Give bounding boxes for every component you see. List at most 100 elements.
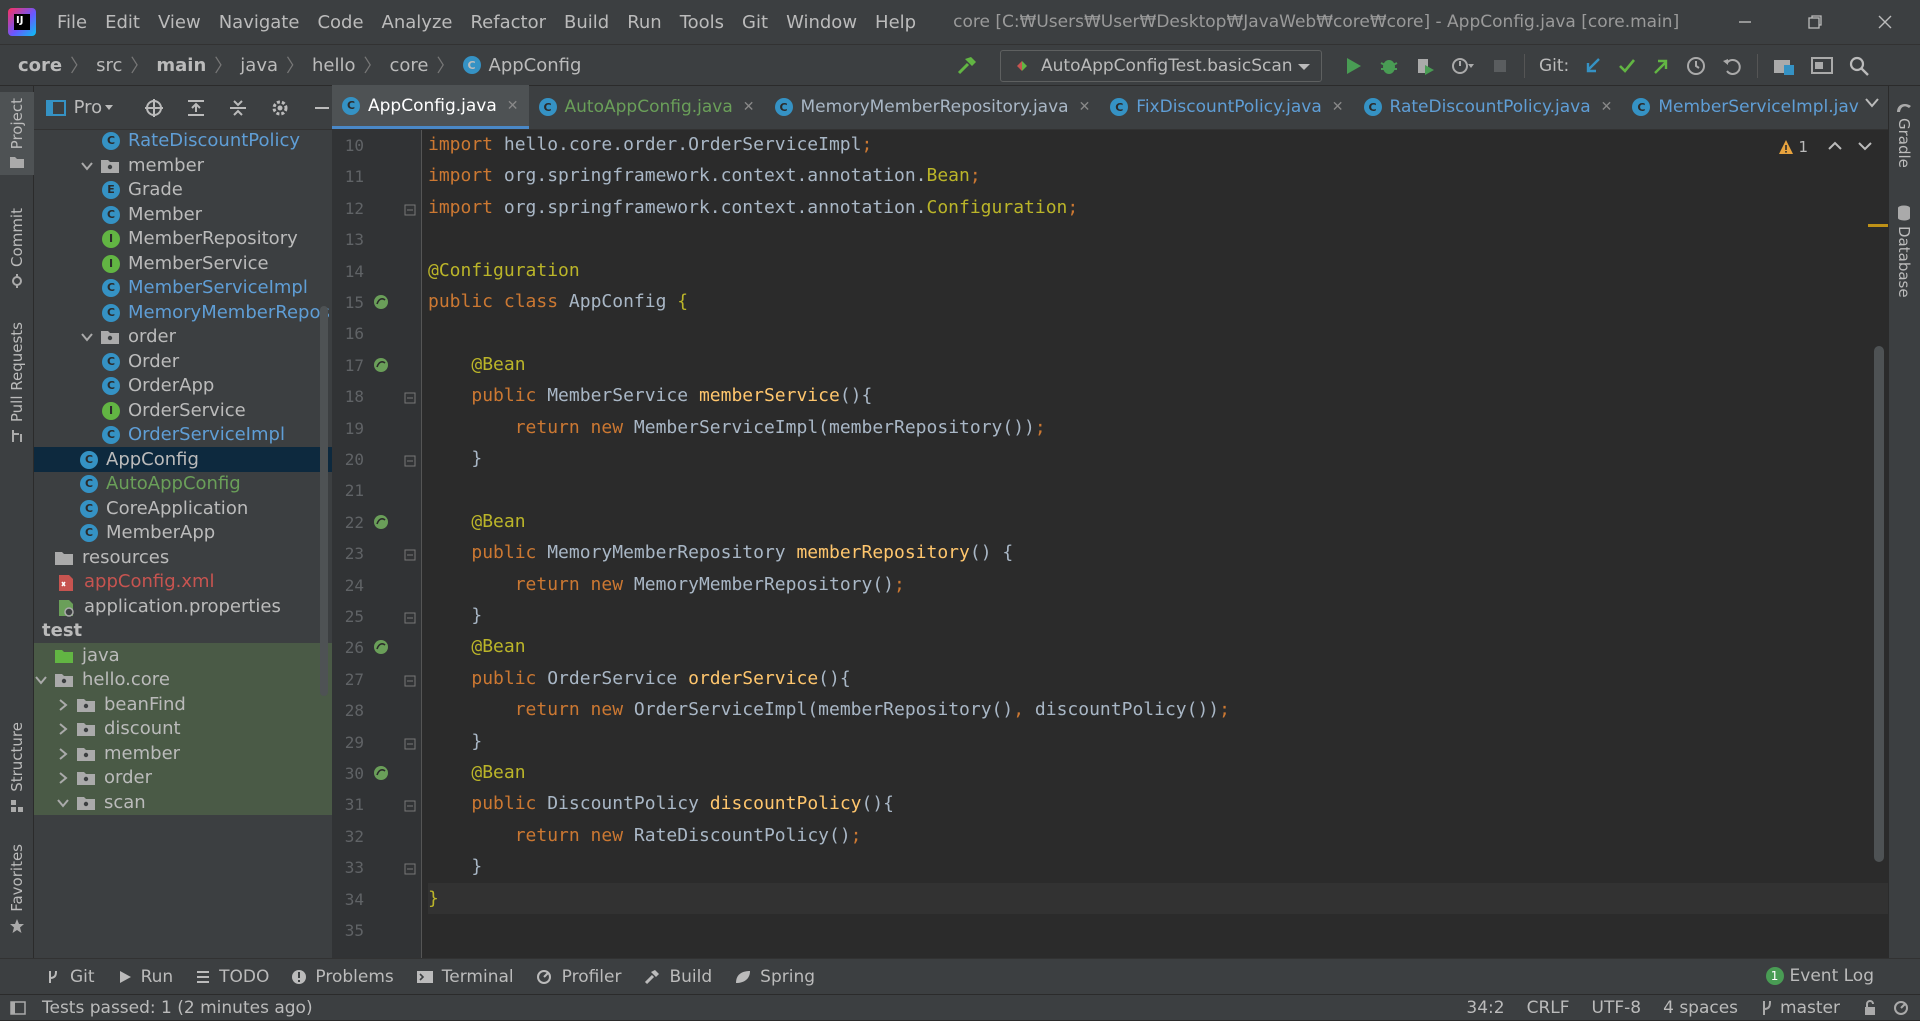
close-tab-icon[interactable]: ✕ xyxy=(743,99,755,115)
file-encoding[interactable]: UTF-8 xyxy=(1592,998,1642,1018)
tree-item[interactable]: I OrderService xyxy=(34,398,332,423)
tree-item[interactable]: C RateDiscountPolicy xyxy=(34,130,332,153)
next-highlight-icon[interactable] xyxy=(1858,140,1872,152)
inspection-widget[interactable]: 1 xyxy=(1778,138,1808,156)
menu-item-git[interactable]: Git xyxy=(733,12,777,33)
git-push-icon[interactable] xyxy=(1651,56,1671,76)
fold-marker-icon[interactable] xyxy=(404,800,416,812)
tree-item[interactable]: C MemberApp xyxy=(34,520,332,545)
menu-item-code[interactable]: Code xyxy=(308,12,372,33)
breadcrumb-item[interactable]: core xyxy=(18,55,62,76)
tool-run[interactable]: Run xyxy=(117,967,173,987)
menu-item-run[interactable]: Run xyxy=(618,12,671,33)
chevron-down-icon[interactable] xyxy=(34,673,48,687)
menu-item-refactor[interactable]: Refactor xyxy=(461,12,555,33)
tree-item[interactable]: application.properties xyxy=(34,594,332,619)
tree-item[interactable]: I MemberService xyxy=(34,251,332,276)
tab-appconfig-java[interactable]: C AppConfig.java ✕ xyxy=(332,85,529,129)
code-editor[interactable]: import hello.core.order.OrderServiceImpl… xyxy=(428,130,1898,958)
tree-item[interactable]: C OrderServiceImpl xyxy=(34,422,332,447)
menu-item-analyze[interactable]: Analyze xyxy=(373,12,462,33)
profile-icon[interactable] xyxy=(1450,55,1476,77)
expand-all-icon[interactable] xyxy=(186,98,206,118)
tree-item[interactable]: beanFind xyxy=(34,692,332,717)
project-structure-icon[interactable] xyxy=(1772,55,1796,77)
close-window-button[interactable] xyxy=(1850,0,1920,44)
git-branch[interactable]: master xyxy=(1780,998,1840,1018)
tree-item[interactable]: C CoreApplication xyxy=(34,496,332,521)
chevron-down-icon[interactable] xyxy=(56,796,70,810)
rollback-icon[interactable] xyxy=(1721,55,1743,77)
status-message[interactable]: Tests passed: 1 (2 minutes ago) xyxy=(42,998,313,1018)
hide-panel-icon[interactable] xyxy=(312,98,332,118)
chevron-right-icon[interactable] xyxy=(56,698,70,712)
presentation-icon[interactable] xyxy=(1810,55,1834,77)
gear-icon[interactable] xyxy=(270,98,290,118)
tree-item[interactable]: C AutoAppConfig xyxy=(34,471,332,496)
memory-indicator-icon[interactable] xyxy=(1892,1000,1910,1016)
git-commit-check-icon[interactable] xyxy=(1617,56,1637,76)
tree-item[interactable]: C MemberServiceImpl xyxy=(34,275,332,300)
spring-bean-gutter-icon[interactable] xyxy=(372,638,390,656)
breadcrumb-item[interactable]: src xyxy=(96,55,122,76)
close-tab-icon[interactable]: ✕ xyxy=(1332,99,1344,115)
tool-profiler[interactable]: Profiler xyxy=(536,967,621,987)
tree-item[interactable]: appConfig.xml xyxy=(34,569,332,594)
chevron-down-icon[interactable] xyxy=(80,159,94,173)
tree-item[interactable]: C AppConfig xyxy=(34,447,332,472)
tree-item[interactable]: C OrderApp xyxy=(34,373,332,398)
line-separator[interactable]: CRLF xyxy=(1527,998,1570,1018)
indent-setting[interactable]: 4 spaces xyxy=(1663,998,1738,1018)
tree-item[interactable]: E Grade xyxy=(34,177,332,202)
tool-git[interactable]: Git xyxy=(46,967,95,987)
close-tab-icon[interactable]: ✕ xyxy=(1079,99,1091,115)
project-tree-scrollbar[interactable] xyxy=(320,306,328,696)
intellij-logo-icon[interactable]: IJ xyxy=(8,8,36,36)
fold-marker-icon[interactable] xyxy=(404,549,416,561)
error-stripe-marker[interactable] xyxy=(1868,224,1888,227)
caret-position[interactable]: 34:2 xyxy=(1466,998,1504,1018)
run-icon[interactable] xyxy=(1342,55,1364,77)
favorites-tool-tab[interactable]: Favorites xyxy=(0,844,34,934)
gradle-tool-tab[interactable]: Gradle xyxy=(1895,100,1913,168)
chevron-down-icon[interactable] xyxy=(104,104,114,112)
pull-requests-tool-tab[interactable]: Pull Requests xyxy=(0,322,34,444)
tree-item[interactable]: C MemoryMemberRepos xyxy=(34,300,332,325)
fold-marker-icon[interactable] xyxy=(404,612,416,624)
menu-item-build[interactable]: Build xyxy=(555,12,618,33)
tab-memberserviceimpl-jav[interactable]: C MemberServiceImpl.jav xyxy=(1622,85,1868,129)
git-update-icon[interactable] xyxy=(1583,56,1603,76)
tool-build[interactable]: Build xyxy=(643,967,712,987)
tree-item[interactable]: java xyxy=(34,643,332,668)
menu-item-help[interactable]: Help xyxy=(866,12,925,33)
tab-fixdiscountpolicy-java[interactable]: C FixDiscountPolicy.java ✕ xyxy=(1100,85,1353,129)
breadcrumb-item[interactable]: core xyxy=(390,55,429,76)
menu-item-tools[interactable]: Tools xyxy=(671,12,733,33)
tree-item[interactable]: discount xyxy=(34,716,332,741)
tool-problems[interactable]: Problems xyxy=(291,967,394,987)
menu-item-window[interactable]: Window xyxy=(777,12,866,33)
restore-button[interactable] xyxy=(1780,0,1850,44)
tool-spring[interactable]: Spring xyxy=(734,967,815,987)
tree-item[interactable]: order xyxy=(34,324,332,349)
chevron-right-icon[interactable] xyxy=(56,771,70,785)
toggle-tool-windows-icon[interactable] xyxy=(10,1000,26,1016)
tree-item[interactable]: member xyxy=(34,153,332,178)
project-panel-title[interactable]: Pro xyxy=(74,97,103,118)
build-hammer-icon[interactable] xyxy=(955,45,979,87)
close-tab-icon[interactable]: ✕ xyxy=(507,98,519,114)
menu-item-navigate[interactable]: Navigate xyxy=(210,12,309,33)
editor-scrollbar[interactable] xyxy=(1874,346,1884,862)
fold-marker-icon[interactable] xyxy=(404,392,416,404)
lock-icon[interactable] xyxy=(1862,1000,1878,1016)
run-configuration-select[interactable]: AutoAppConfigTest.basicScan xyxy=(1000,50,1322,82)
tree-item[interactable]: I MemberRepository xyxy=(34,226,332,251)
tree-item[interactable]: order xyxy=(34,765,332,790)
tool-terminal[interactable]: Terminal xyxy=(416,967,514,987)
fold-marker-icon[interactable] xyxy=(404,675,416,687)
tree-item[interactable]: test xyxy=(34,618,332,643)
tree-item[interactable]: resources xyxy=(34,545,332,570)
minimize-button[interactable] xyxy=(1710,0,1780,44)
chevron-right-icon[interactable] xyxy=(56,747,70,761)
chevron-down-icon[interactable] xyxy=(80,330,94,344)
